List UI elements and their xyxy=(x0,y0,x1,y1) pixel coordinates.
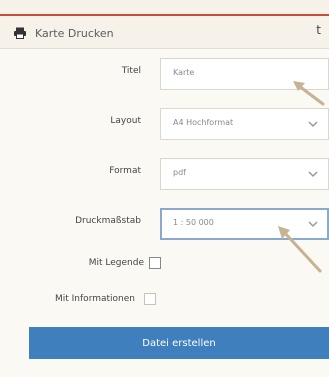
massstab-label: Druckmaßstab xyxy=(75,216,141,226)
format-row: Format pdf xyxy=(0,158,329,190)
window-top-bar xyxy=(0,0,329,16)
info-row: Mit Informationen xyxy=(0,286,329,318)
titel-value: Karte xyxy=(173,68,195,77)
annotation-arrow xyxy=(278,226,322,273)
layout-select[interactable]: A4 Hochformat xyxy=(160,108,329,140)
close-button[interactable]: t xyxy=(316,23,321,37)
layout-label: Layout xyxy=(110,116,141,126)
info-checkbox[interactable] xyxy=(144,293,156,305)
massstab-value: 1 : 50 000 xyxy=(173,218,214,227)
dialog-title: Karte Drucken xyxy=(35,27,114,40)
chevron-down-icon xyxy=(308,171,318,178)
chevron-down-icon xyxy=(308,121,318,128)
legend-checkbox[interactable] xyxy=(149,257,161,269)
create-file-button[interactable]: Datei erstellen xyxy=(29,327,329,359)
legend-label: Mit Legende xyxy=(88,258,144,268)
format-value: pdf xyxy=(173,168,186,177)
layout-row: Layout A4 Hochformat xyxy=(0,108,329,140)
titel-label: Titel xyxy=(121,66,141,76)
layout-value: A4 Hochformat xyxy=(173,118,234,127)
annotation-arrow xyxy=(293,81,325,106)
format-label: Format xyxy=(109,166,141,176)
format-select[interactable]: pdf xyxy=(160,158,329,190)
dialog-header: Karte Drucken t xyxy=(0,16,329,49)
printer-icon xyxy=(13,24,27,43)
info-label: Mit Informationen xyxy=(55,294,135,304)
